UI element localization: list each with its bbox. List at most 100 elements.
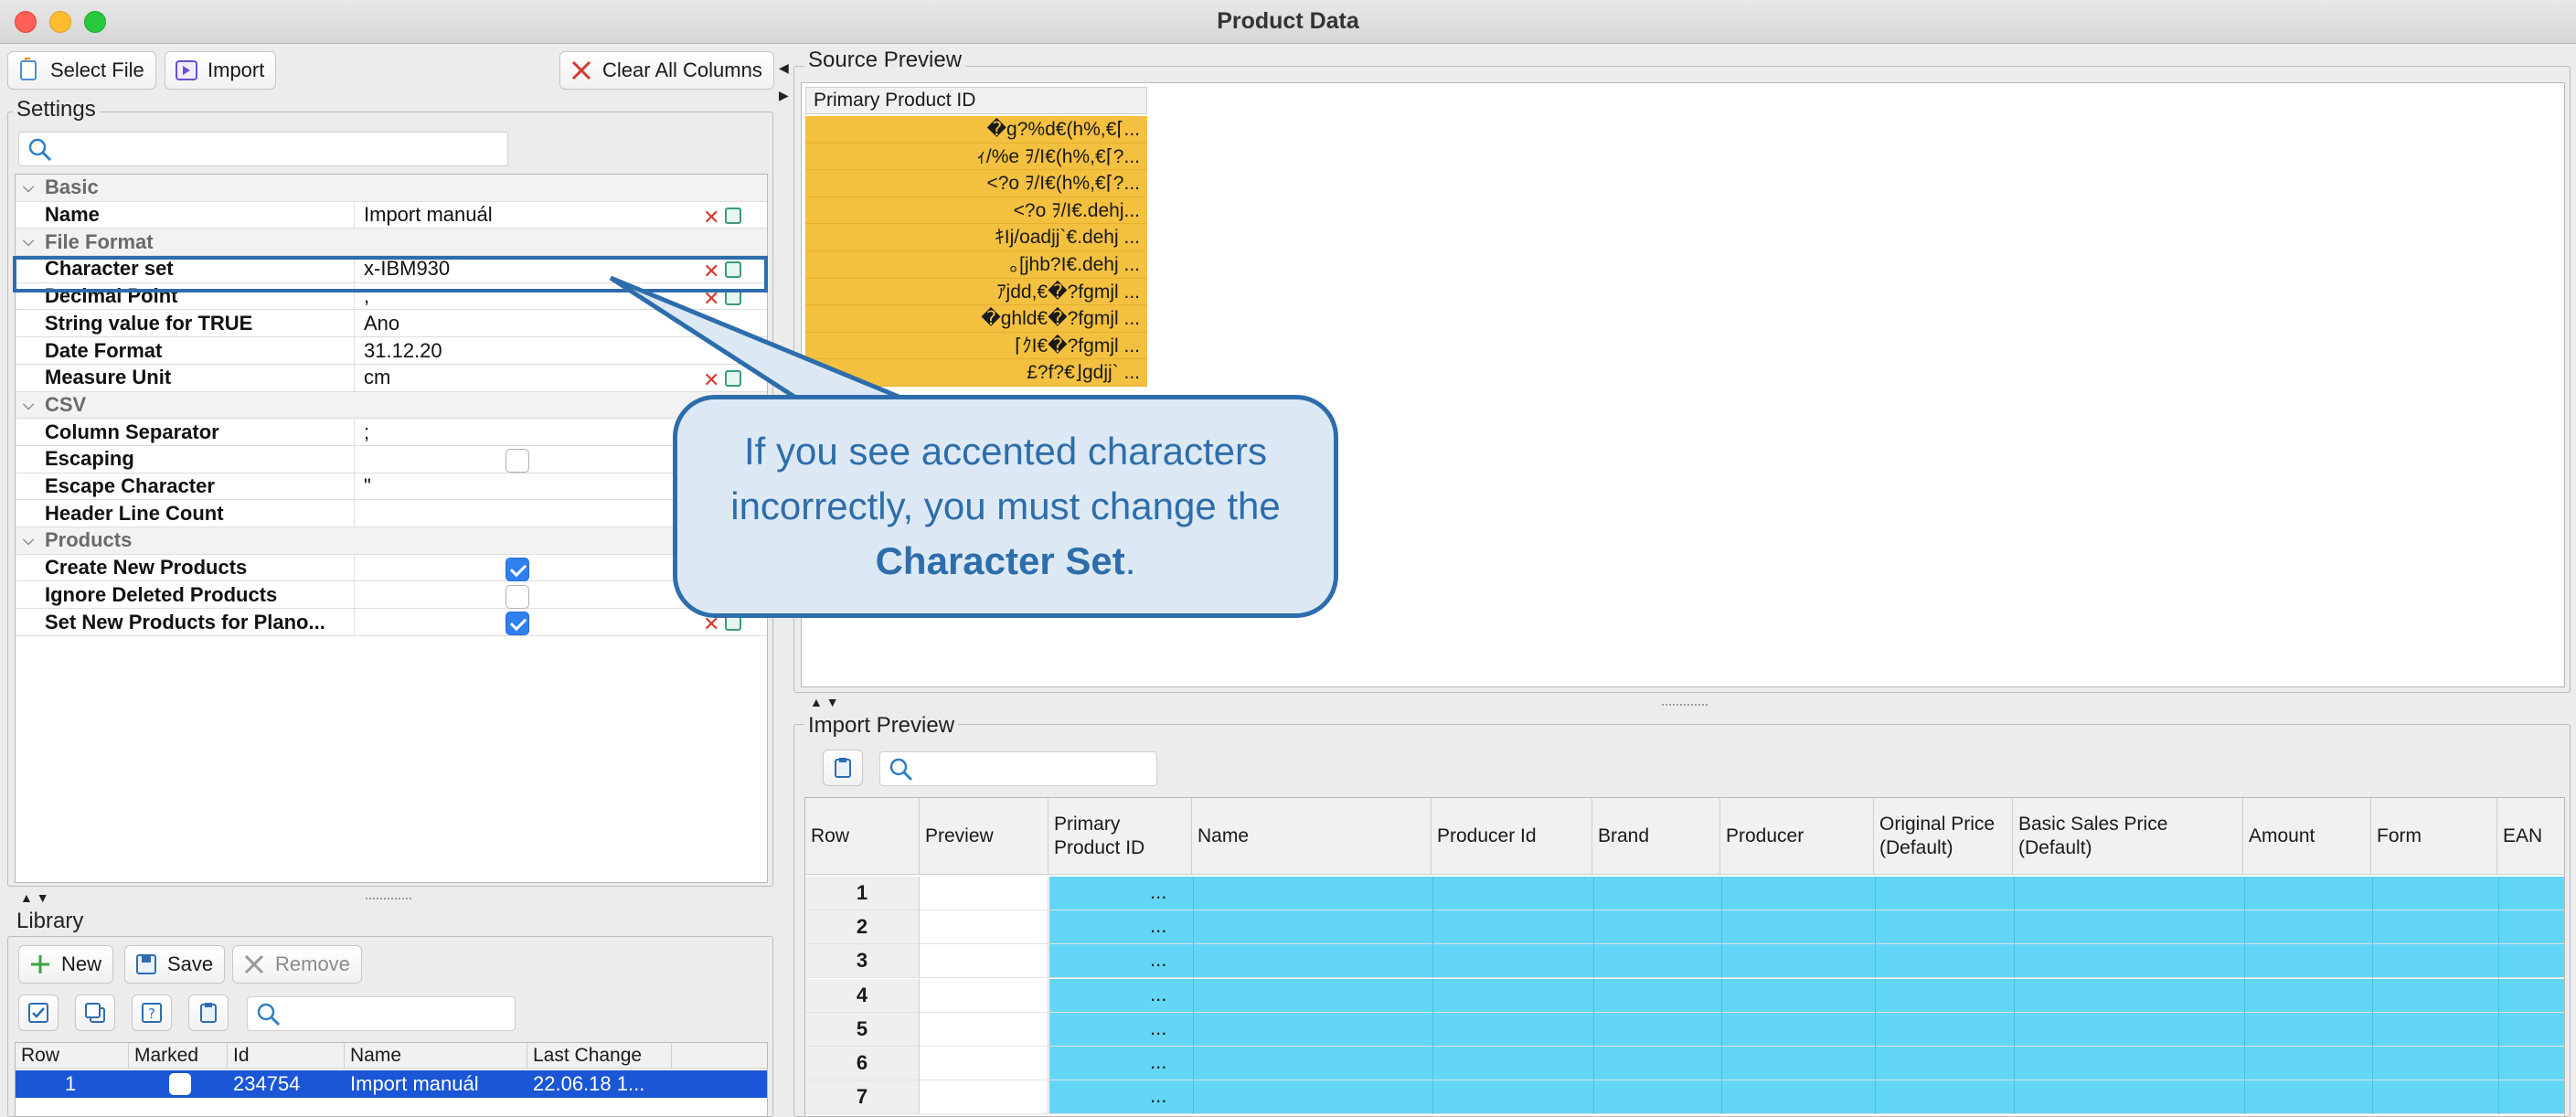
settings-row[interactable]: String value for TRUE Ano bbox=[16, 310, 767, 338]
help-button[interactable]: ? bbox=[132, 995, 172, 1031]
vertical-splitter-arrows-icon[interactable]: ▲ ▼ bbox=[810, 695, 839, 709]
import-column-header[interactable]: Row bbox=[805, 798, 920, 875]
clear-all-columns-button[interactable]: Clear All Columns bbox=[559, 51, 774, 90]
setting-value[interactable]: cm bbox=[354, 364, 701, 391]
setting-checkbox[interactable] bbox=[506, 612, 529, 636]
import-column-header[interactable]: Producer bbox=[1720, 798, 1874, 875]
source-col-primary-product-id[interactable]: Primary Product ID bbox=[805, 87, 1147, 114]
import-table-row[interactable]: 1... bbox=[805, 877, 2564, 910]
setting-value[interactable]: " bbox=[354, 473, 701, 500]
import-column-header[interactable]: EAN bbox=[2497, 798, 2564, 875]
expand-right-arrow-icon[interactable]: ▶ bbox=[779, 88, 789, 103]
import-column-header[interactable]: Form bbox=[2371, 798, 2497, 875]
chevron-down-icon: ⌵ bbox=[23, 180, 35, 196]
import-table-row[interactable]: 6... bbox=[805, 1047, 2564, 1080]
cell-divider bbox=[2372, 978, 2373, 1013]
check-all-button[interactable] bbox=[18, 995, 59, 1031]
setting-value[interactable] bbox=[354, 500, 701, 527]
library-row-name: Import manuál bbox=[350, 1072, 479, 1095]
import-table-row[interactable]: 7... bbox=[805, 1080, 2564, 1115]
library-remove-button[interactable]: Remove bbox=[232, 945, 362, 984]
library-search-input[interactable] bbox=[247, 996, 516, 1031]
library-new-button[interactable]: New bbox=[18, 945, 114, 984]
library-row-marked-checkbox[interactable] bbox=[169, 1073, 191, 1095]
copy-icon[interactable] bbox=[725, 207, 741, 224]
settings-section-header[interactable]: ⌵ Basic bbox=[16, 175, 767, 202]
library-col-name[interactable]: Name bbox=[345, 1043, 527, 1069]
cell-divider bbox=[1432, 910, 1433, 945]
duplicate-button[interactable] bbox=[75, 995, 115, 1031]
settings-row[interactable]: Set New Products for Plano... ✕ bbox=[16, 609, 767, 636]
library-save-button[interactable]: Save bbox=[124, 945, 226, 984]
settings-section-header[interactable]: ⌵ File Format bbox=[16, 229, 767, 257]
import-icon bbox=[173, 57, 200, 84]
setting-checkbox[interactable] bbox=[506, 584, 529, 609]
import-clipboard-button[interactable] bbox=[823, 750, 863, 786]
cell-divider bbox=[1875, 1080, 1876, 1115]
settings-section-header[interactable]: ⌵ CSV bbox=[16, 391, 767, 420]
callout-bubble: If you see accented characters incorrect… bbox=[673, 395, 1338, 618]
settings-row[interactable]: Date Format 31.12.20 bbox=[16, 337, 767, 365]
cell-divider bbox=[1593, 944, 1594, 979]
library-col-row[interactable]: Row bbox=[16, 1043, 129, 1069]
settings-row[interactable]: Escape Character " bbox=[16, 473, 767, 501]
copy-icon[interactable] bbox=[725, 369, 741, 387]
question-icon: ? bbox=[142, 1003, 162, 1023]
import-column-header[interactable]: Primary Product ID bbox=[1048, 798, 1192, 875]
callout-text: If you see accented characters incorrect… bbox=[677, 424, 1334, 589]
settings-search-input[interactable] bbox=[18, 132, 508, 166]
import-button[interactable]: Import bbox=[165, 51, 277, 90]
setting-value[interactable]: ; bbox=[354, 419, 701, 445]
mapped-cells: ... bbox=[1049, 1012, 2564, 1047]
settings-row[interactable]: Escaping bbox=[16, 446, 767, 473]
library-col-last-change[interactable]: Last Change bbox=[527, 1043, 672, 1069]
settings-row[interactable]: Ignore Deleted Products bbox=[16, 581, 767, 610]
import-column-header[interactable]: Brand bbox=[1592, 798, 1720, 875]
import-column-header[interactable]: Producer Id bbox=[1432, 798, 1592, 875]
vertical-splitter-arrows-icon[interactable]: ▲ ▼ bbox=[20, 890, 49, 905]
source-cell: ｨ/%e ｦ/I€(h%,€⌈?... bbox=[805, 143, 1147, 171]
reset-x-icon[interactable]: ✕ bbox=[703, 206, 719, 229]
setting-checkbox[interactable] bbox=[506, 557, 529, 581]
import-preview-table: Row Preview Primary Product ID Name Producer… bbox=[804, 797, 2565, 1117]
import-search-input[interactable] bbox=[879, 751, 1157, 786]
preview-cell bbox=[921, 910, 1048, 944]
cell-divider bbox=[1875, 910, 1876, 945]
clipboard-icon bbox=[200, 1003, 217, 1023]
ellipsis: ... bbox=[1150, 982, 1167, 1005]
import-column-header[interactable]: Preview bbox=[920, 798, 1048, 875]
import-table-row[interactable]: 3... bbox=[805, 944, 2564, 979]
clipboard-button[interactable] bbox=[188, 995, 229, 1031]
collapse-left-arrow-icon[interactable]: ◀ bbox=[779, 60, 789, 76]
setting-value[interactable]: Import manuál bbox=[354, 201, 701, 229]
import-table-row[interactable]: 5... bbox=[805, 1012, 2564, 1047]
setting-value[interactable]: Ano bbox=[354, 310, 701, 337]
save-icon bbox=[133, 951, 160, 978]
setting-value[interactable]: 31.12.20 bbox=[354, 337, 701, 364]
select-file-button[interactable]: Select File bbox=[7, 51, 156, 90]
import-table-row[interactable]: 2... bbox=[805, 910, 2564, 945]
reset-x-icon[interactable]: ✕ bbox=[703, 368, 719, 392]
import-column-header[interactable]: Name bbox=[1192, 798, 1432, 875]
settings-row[interactable]: Create New Products bbox=[16, 554, 767, 582]
row-number: 6 bbox=[805, 1047, 920, 1080]
splitter-grip[interactable] bbox=[1662, 704, 1708, 706]
chevron-down-icon: ⌵ bbox=[23, 533, 35, 549]
cell-divider bbox=[2244, 1080, 2245, 1115]
splitter-grip[interactable] bbox=[366, 898, 411, 899]
settings-row[interactable]: Column Separator; bbox=[16, 419, 767, 446]
import-column-header[interactable]: Amount bbox=[2243, 798, 2371, 875]
library-table-row[interactable]: 1 234754 Import manuál 22.06.18 1... bbox=[16, 1070, 767, 1098]
settings-section-header[interactable]: ⌵ Products bbox=[16, 527, 767, 555]
setting-checkbox[interactable] bbox=[506, 449, 529, 473]
library-col-marked[interactable]: Marked bbox=[129, 1043, 228, 1069]
import-column-header[interactable]: Basic Sales Price (Default) bbox=[2013, 798, 2243, 875]
row-number: 7 bbox=[805, 1080, 920, 1114]
settings-row[interactable]: Header Line Count bbox=[16, 500, 767, 528]
import-column-header[interactable]: Original Price (Default) bbox=[1874, 798, 2013, 875]
settings-row[interactable]: Name Import manuál ✕ bbox=[16, 201, 767, 229]
library-col-id[interactable]: Id bbox=[228, 1043, 345, 1069]
setting-key: Column Separator bbox=[45, 420, 219, 443]
settings-row[interactable]: Measure Unit cm ✕ bbox=[16, 364, 767, 392]
import-table-row[interactable]: 4... bbox=[805, 978, 2564, 1013]
